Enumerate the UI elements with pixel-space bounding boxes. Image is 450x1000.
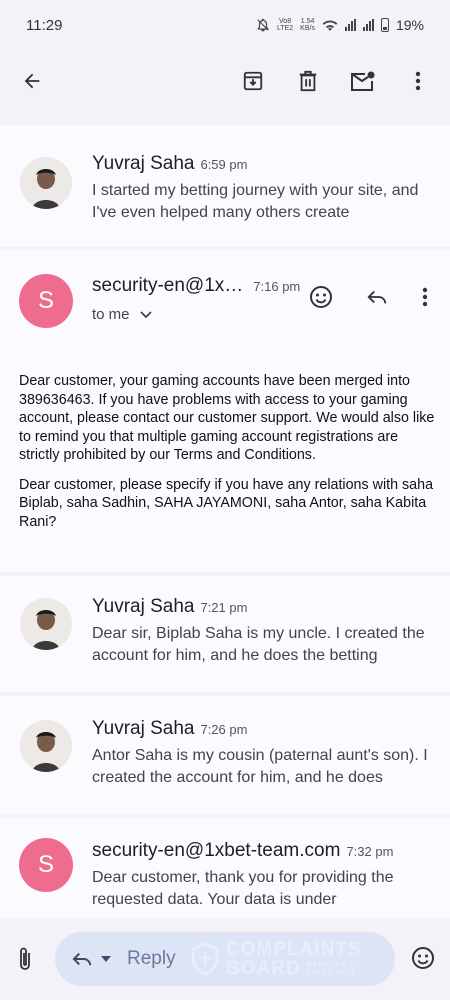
message-preview: I started my betting journey with your s… <box>92 182 419 221</box>
top-toolbar <box>0 50 450 112</box>
complaintsboard-watermark: COMPLAINTS BOARD RESOLVE IT SINCE 2011 <box>190 935 390 983</box>
shield-logo-icon <box>191 942 219 976</box>
signal-1-icon <box>344 19 356 31</box>
status-icons: Vo8 LTE2 1.54 KB/s 19% <box>256 17 424 33</box>
message-time: 7:26 pm <box>200 722 248 737</box>
volte-indicator: Vo8 LTE2 <box>276 18 294 32</box>
reply-icon <box>72 952 92 966</box>
attach-icon[interactable] <box>17 946 39 972</box>
message-collapsed[interactable]: Yuvraj Saha 7:26 pm Antor Saha is my cous… <box>0 696 450 814</box>
sender-name: security-en@1xbet-team.com 7:32 pm <box>92 840 394 861</box>
avatar <box>20 157 72 209</box>
sender-name: Yuvraj Saha 7:21 pm <box>92 596 248 617</box>
avatar <box>20 598 72 650</box>
message-time: 7:16 pm <box>253 279 301 294</box>
message-time: 7:21 pm <box>200 600 248 615</box>
message-preview: Dear customer, thank you for providing t… <box>92 869 394 908</box>
trash-icon[interactable] <box>290 63 326 99</box>
message-time: 6:59 pm <box>200 157 248 172</box>
avatar: S <box>19 274 73 328</box>
recipient-dropdown[interactable]: to me <box>92 306 152 323</box>
sender-name: Yuvraj Saha 6:59 pm <box>92 153 248 174</box>
emoji-icon[interactable] <box>411 946 435 975</box>
more-vert-icon[interactable] <box>410 282 440 312</box>
back-arrow-icon[interactable] <box>14 63 50 99</box>
signal-2-icon <box>362 19 374 31</box>
body-paragraph: Dear customer, your gaming accounts have… <box>19 373 435 463</box>
mail-unread-icon[interactable] <box>345 63 381 99</box>
more-vert-icon[interactable] <box>400 63 436 99</box>
sender-name: Yuvraj Saha 7:26 pm <box>92 718 248 739</box>
battery-percent: 19% <box>395 17 424 33</box>
message-expanded: S security-en@1x… 7:16 pm Dear customer, … <box>0 250 450 572</box>
archive-icon[interactable] <box>235 63 271 99</box>
message-collapsed[interactable]: Yuvraj Saha 7:21 pm Dear sir, Biplab Saha… <box>0 576 450 692</box>
status-bar: 11:29 Vo8 LTE2 1.54 KB/s 19% <box>0 0 450 50</box>
reply-icon[interactable] <box>362 282 392 312</box>
avatar: S <box>19 838 73 892</box>
body-paragraph: Dear customer, please specify if you hav… <box>19 476 434 530</box>
sender-name[interactable]: security-en@1x… 7:16 pm <box>92 275 300 297</box>
message-preview: Dear sir, Biplab Saha is my uncle. I cre… <box>92 625 425 664</box>
wifi-icon <box>322 19 338 31</box>
caret-down-icon[interactable] <box>101 956 111 962</box>
battery-icon <box>380 18 389 32</box>
mute-icon <box>257 18 269 32</box>
reply-label: Reply <box>127 948 176 969</box>
network-speed: 1.54 KB/s <box>300 18 315 32</box>
message-collapsed[interactable]: Yuvraj Saha 6:59 pm I started my betting … <box>0 125 450 247</box>
message-collapsed[interactable]: S security-en@1xbet-team.com 7:32 pm Dear… <box>0 818 450 918</box>
message-time: 7:32 pm <box>346 844 394 859</box>
message-preview: Antor Saha is my cousin (paternal aunt's… <box>92 747 428 786</box>
message-body: Dear customer, your gaming accounts have… <box>19 372 436 531</box>
avatar <box>20 720 72 772</box>
chevron-down-icon <box>139 310 152 318</box>
emoji-reaction-icon[interactable] <box>306 282 336 312</box>
status-time: 11:29 <box>26 16 63 34</box>
